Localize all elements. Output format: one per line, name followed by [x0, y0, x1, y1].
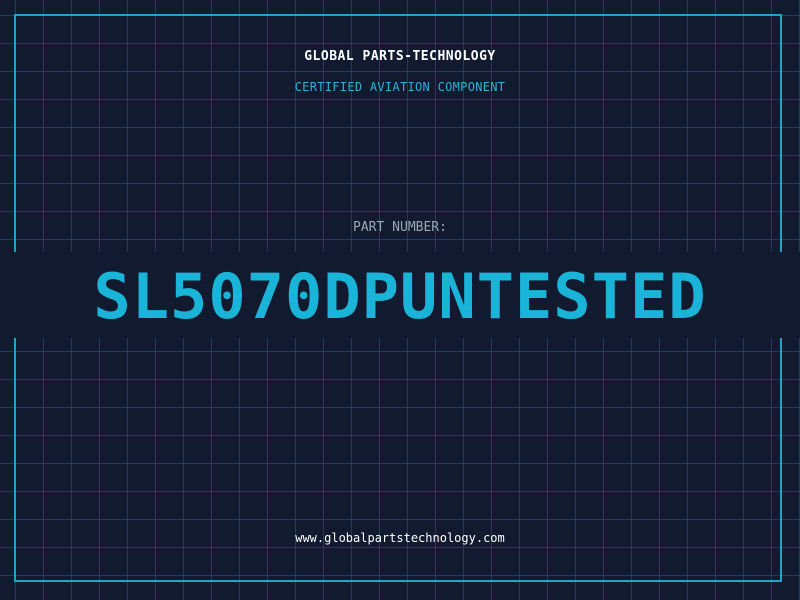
- website-url: www.globalpartstechnology.com: [295, 531, 505, 545]
- part-number-label: PART NUMBER:: [353, 220, 447, 235]
- part-number-value: SL5070DPUNTESTED: [93, 260, 707, 333]
- certification-subtitle: CERTIFIED AVIATION COMPONENT: [294, 80, 506, 94]
- company-name: GLOBAL PARTS-TECHNOLOGY: [304, 49, 496, 64]
